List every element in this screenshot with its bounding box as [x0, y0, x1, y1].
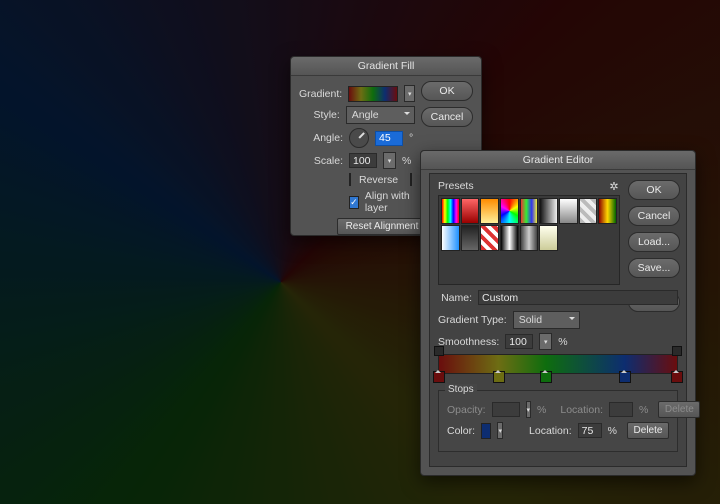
gradient-bar[interactable]	[438, 354, 678, 374]
load-button[interactable]: Load...	[628, 232, 680, 252]
preset-swatch[interactable]	[500, 225, 519, 251]
angle-label: Angle:	[299, 132, 343, 144]
reverse-checkbox[interactable]	[349, 173, 351, 186]
gradient-label: Gradient:	[299, 88, 342, 100]
color-swatch[interactable]	[481, 423, 491, 439]
gradient-swatch[interactable]	[348, 86, 398, 102]
reverse-label: Reverse	[359, 174, 398, 186]
color-stop[interactable]	[540, 371, 552, 383]
dither-checkbox[interactable]	[410, 173, 412, 186]
preset-swatch[interactable]	[441, 225, 460, 251]
gradient-dropdown[interactable]: ▾	[404, 85, 415, 102]
preset-swatch[interactable]	[480, 225, 499, 251]
align-checkbox[interactable]: ✓	[349, 196, 359, 209]
name-input[interactable]	[478, 290, 678, 305]
scale-input[interactable]	[349, 153, 377, 168]
smoothness-input[interactable]	[505, 334, 533, 349]
presets-label: Presets	[438, 180, 474, 192]
color-stop[interactable]	[493, 371, 505, 383]
opacity-label: Opacity:	[447, 404, 486, 416]
angle-input[interactable]	[375, 131, 403, 146]
opacity-input	[492, 402, 520, 417]
editor-cancel-button[interactable]: Cancel	[628, 206, 680, 226]
color-label: Color:	[447, 425, 475, 437]
smoothness-unit: %	[558, 336, 567, 348]
scale-dropdown[interactable]: ▾	[383, 152, 396, 169]
color-stop[interactable]	[433, 371, 445, 383]
preset-swatch[interactable]	[579, 198, 598, 224]
cancel-button[interactable]: Cancel	[421, 107, 473, 127]
align-label: Align with layer	[365, 190, 415, 214]
preset-swatch[interactable]	[480, 198, 499, 224]
smoothness-label: Smoothness:	[438, 336, 499, 348]
color-location-label: Location:	[529, 425, 572, 437]
smoothness-dropdown[interactable]: ▾	[539, 333, 552, 350]
color-delete-button[interactable]: Delete	[627, 422, 669, 439]
preset-swatch[interactable]	[539, 225, 558, 251]
ok-button[interactable]: OK	[421, 81, 473, 101]
gradient-type-label: Gradient Type:	[438, 314, 507, 326]
opacity-location-input	[609, 402, 633, 417]
color-stop[interactable]	[671, 371, 683, 383]
scale-unit: %	[402, 155, 411, 167]
gradient-editor-title: Gradient Editor	[421, 151, 695, 170]
preset-swatch[interactable]	[598, 198, 617, 224]
preset-swatch[interactable]	[559, 198, 578, 224]
preset-swatch[interactable]	[461, 198, 480, 224]
gradient-type-select[interactable]: Solid	[513, 311, 580, 329]
opacity-delete-button: Delete	[658, 401, 700, 418]
style-label: Style:	[299, 109, 340, 121]
opacity-location-unit: %	[639, 404, 648, 416]
gradient-fill-title: Gradient Fill	[291, 57, 481, 76]
color-location-unit: %	[608, 425, 617, 437]
color-dropdown[interactable]: ▾	[497, 422, 503, 439]
preset-swatch[interactable]	[461, 225, 480, 251]
editor-ok-button[interactable]: OK	[628, 180, 680, 200]
angle-unit: °	[409, 132, 413, 144]
reset-alignment-button[interactable]: Reset Alignment	[337, 218, 427, 235]
save-button[interactable]: Save...	[628, 258, 680, 278]
opacity-unit: %	[537, 404, 546, 416]
gradient-editor-dialog: Gradient Editor OK Cancel Load... Save..…	[420, 150, 696, 476]
scale-label: Scale:	[299, 155, 343, 167]
preset-swatch[interactable]	[500, 198, 519, 224]
gear-icon[interactable]: ✲	[608, 180, 620, 192]
preset-swatch[interactable]	[539, 198, 558, 224]
name-label: Name:	[438, 292, 472, 304]
angle-dial[interactable]	[349, 128, 369, 148]
opacity-stop[interactable]	[672, 346, 682, 356]
stops-title: Stops	[445, 384, 477, 395]
style-select[interactable]: Angle	[346, 106, 415, 124]
opacity-stop[interactable]	[434, 346, 444, 356]
presets-grid	[438, 195, 620, 285]
preset-swatch[interactable]	[520, 198, 539, 224]
preset-swatch[interactable]	[520, 225, 539, 251]
opacity-dropdown: ▾	[526, 401, 532, 418]
color-location-input[interactable]	[578, 423, 602, 438]
preset-swatch[interactable]	[441, 198, 460, 224]
opacity-location-label: Location:	[560, 404, 603, 416]
color-stop[interactable]	[619, 371, 631, 383]
